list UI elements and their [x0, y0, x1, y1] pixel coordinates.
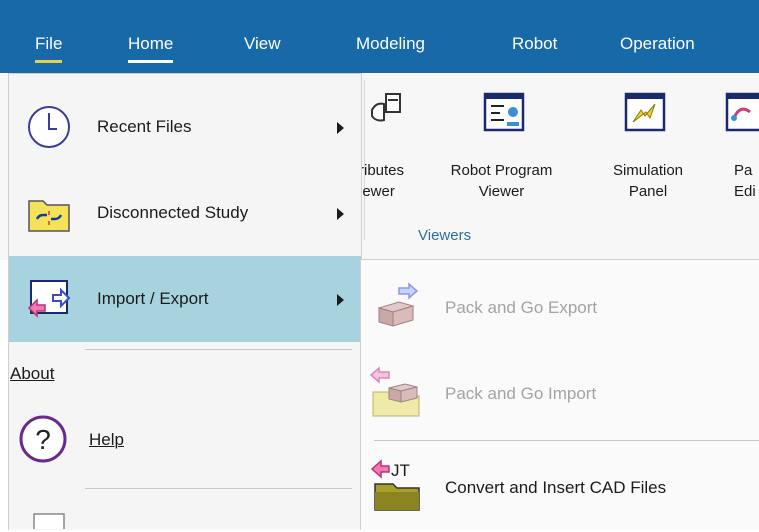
menu-item-label: Import / Export [97, 289, 209, 308]
options-icon [33, 513, 65, 529]
tab-modeling[interactable]: Modeling [356, 34, 425, 54]
jt-convert-icon: JT [370, 459, 420, 511]
simulation-panel-icon [624, 92, 666, 132]
attributes-viewer-line2: iewer [359, 183, 395, 200]
path-editor-button[interactable] [722, 90, 759, 140]
path-editor-line2: Edi [734, 183, 756, 200]
submenu-arrow-icon [337, 294, 344, 306]
path-editor-line1: Pa [734, 162, 753, 179]
menu-item-recent-files[interactable]: Recent Files [9, 84, 361, 170]
submenu-item-pack-go-import[interactable]: Pack and Go Import [361, 350, 759, 436]
simulation-panel-label: Simulation Panel [600, 160, 696, 202]
robot-program-viewer-button[interactable] [478, 90, 534, 140]
tab-home[interactable]: Home [128, 34, 174, 63]
import-export-submenu: Pack and Go Export Pack and Go Import JT… [360, 259, 759, 530]
pack-import-icon [369, 366, 420, 417]
menu-item-import-export[interactable]: Import / Export [9, 256, 361, 342]
menu-separator [85, 349, 352, 350]
tab-view[interactable]: View [244, 34, 281, 54]
robot-program-viewer-label: Robot Program Viewer [435, 160, 568, 202]
submenu-item-label: Pack and Go Import [445, 384, 597, 403]
submenu-arrow-icon [337, 122, 344, 134]
disconnected-folder-icon [28, 200, 70, 232]
submenu-item-convert-insert-cad[interactable]: JT Convert and Insert CAD Files [361, 446, 759, 532]
clock-icon [28, 106, 70, 148]
robot-program-viewer-icon [483, 92, 525, 132]
robot-program-viewer-line2: Viewer [478, 183, 525, 200]
submenu-item-label: Convert and Insert CAD Files [445, 478, 667, 497]
menu-item-label: Disconnected Study [97, 203, 249, 222]
attributes-viewer-icon [371, 93, 401, 122]
simulation-panel-line2: Panel [628, 183, 668, 200]
ribbon-group-viewers-label: Viewers [418, 227, 472, 244]
svg-text:JT: JT [391, 461, 410, 480]
about-heading-text: About [10, 364, 55, 383]
tab-robot[interactable]: Robot [512, 34, 557, 54]
import-export-icon [27, 280, 71, 318]
path-editor-icon [725, 92, 759, 132]
submenu-arrow-icon [337, 208, 344, 220]
simulation-panel-button[interactable] [621, 90, 671, 140]
attributes-viewer-label: ributes iewer [359, 160, 435, 202]
help-question-icon: ? [19, 415, 67, 463]
simulation-panel-line1: Simulation [612, 162, 684, 179]
svg-text:?: ? [35, 424, 51, 455]
about-heading: About [10, 364, 54, 384]
menu-item-label: Recent Files [97, 117, 192, 136]
submenu-separator [374, 440, 759, 441]
submenu-item-pack-go-export[interactable]: Pack and Go Export [361, 264, 759, 350]
help-label: Help [89, 430, 124, 449]
path-editor-label: Pa Edi [734, 160, 759, 202]
ribbon-tab-bar: File Home View Modeling Robot Operation [0, 0, 759, 73]
menu-item-help[interactable]: ? Help [8, 400, 360, 480]
submenu-item-label: Pack and Go Export [445, 298, 598, 317]
tab-file[interactable]: File [35, 34, 63, 63]
tab-operation[interactable]: Operation [620, 34, 695, 54]
menu-separator [85, 488, 352, 489]
menu-item-disconnected-study[interactable]: Disconnected Study [9, 170, 361, 256]
robot-program-viewer-line1: Robot Program [450, 162, 553, 179]
attributes-viewer-line1: ributes [359, 162, 405, 179]
pack-export-icon [377, 282, 419, 327]
